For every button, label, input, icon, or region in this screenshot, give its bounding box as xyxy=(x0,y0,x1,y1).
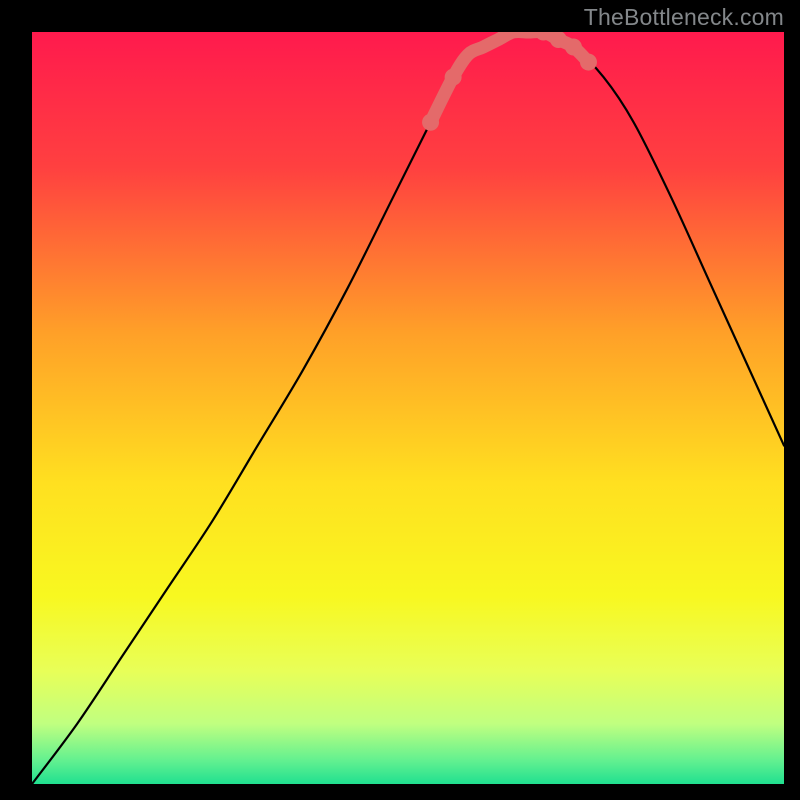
highlight-dot xyxy=(565,39,582,56)
highlight-dot xyxy=(580,54,597,71)
chart-frame: TheBottleneck.com xyxy=(0,0,800,800)
highlight-dot xyxy=(445,69,462,86)
highlight-dot xyxy=(422,114,439,131)
gradient-background xyxy=(32,32,784,784)
bottleneck-chart-svg xyxy=(32,32,784,784)
plot-area xyxy=(32,32,784,784)
watermark-text: TheBottleneck.com xyxy=(584,4,784,31)
